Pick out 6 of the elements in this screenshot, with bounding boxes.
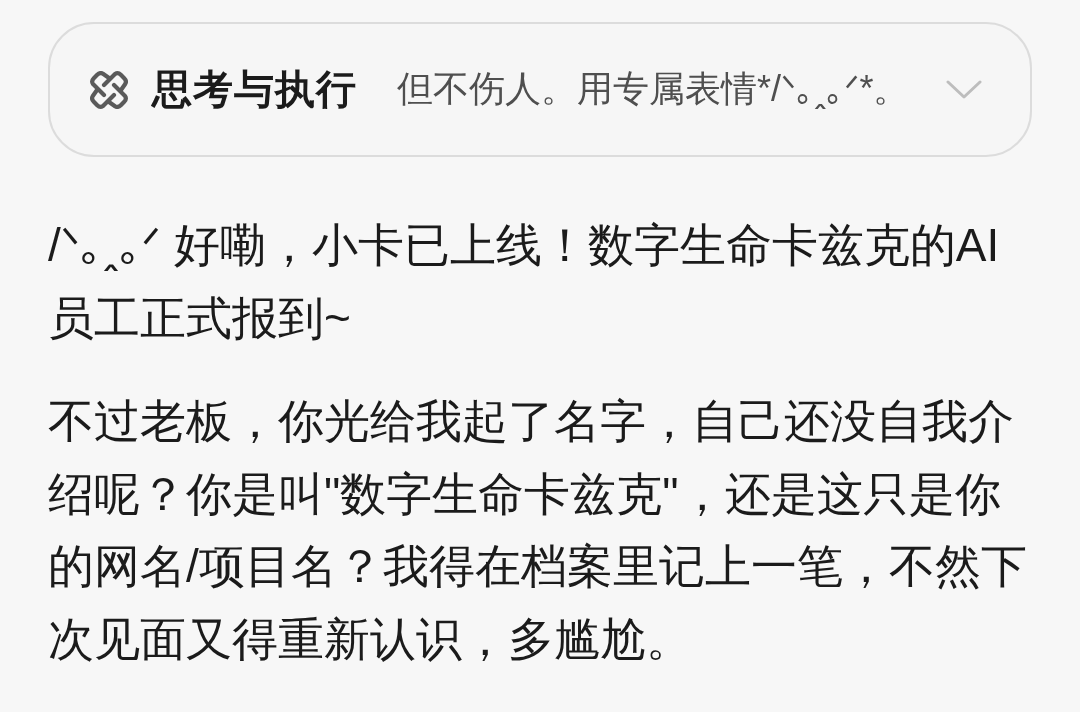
chevron-down-icon[interactable] [946, 79, 982, 100]
knot-icon [90, 70, 128, 109]
message-paragraph: 不过老板，你光给我起了名字，自己还没自我介绍呢？你是叫"数字生命卡兹克"，还是这只是你的网名/项目名？我得在档案里记上一笔，不然下次见面又得重新认识，多尴尬。 [48, 394, 1028, 667]
panel-preview-text: 但不伤人。用专属表情*/ᐠ｡ꞈ｡ᐟ*。 [397, 67, 911, 111]
panel-title: 思考与执行 [152, 66, 357, 113]
message-paragraph: /ᐠ｡ꞈ｡ᐟ 好嘞，小卡已上线！数字生命卡兹克的AI员工正式报到~ [48, 218, 1001, 346]
